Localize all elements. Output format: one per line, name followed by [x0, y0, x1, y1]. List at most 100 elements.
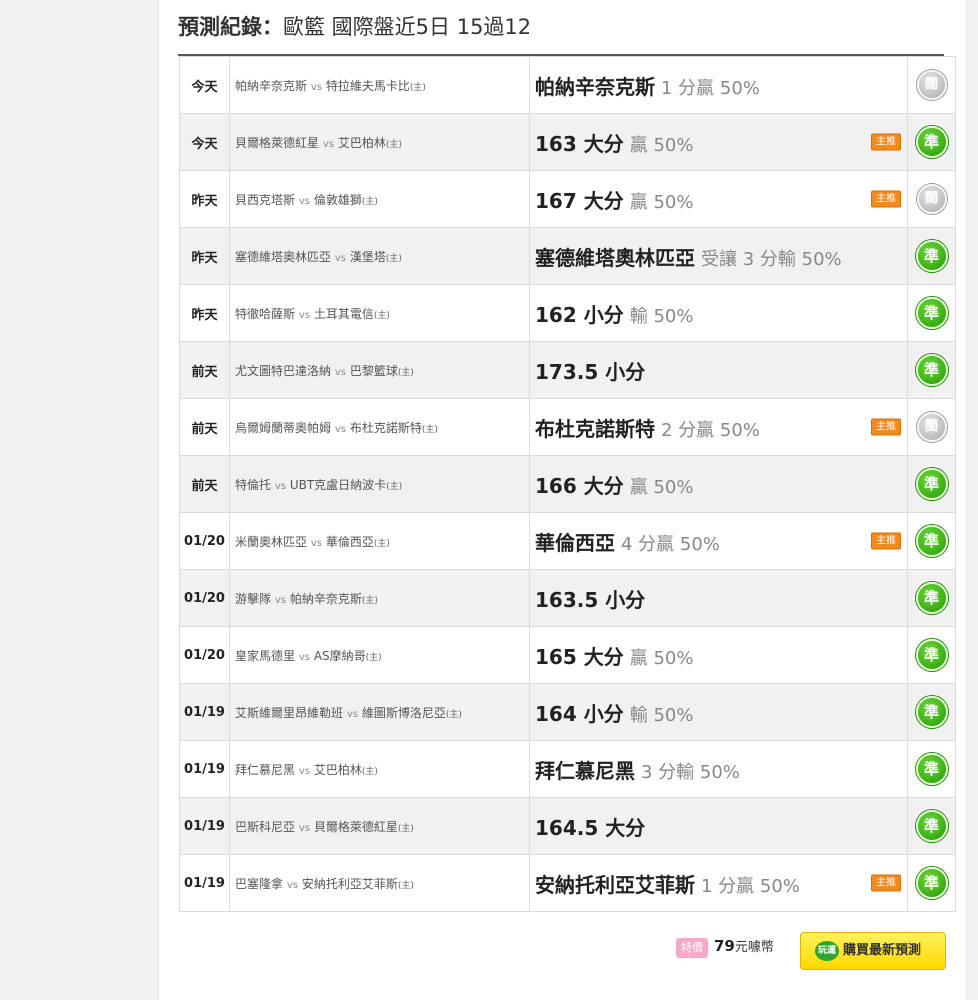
main-pick-badge: 主推 — [871, 532, 901, 550]
pick-value: 162 小分 — [535, 302, 624, 327]
table-row[interactable]: 01/19 艾斯維爾里昂維勒班 vs 維圖斯博洛尼亞(主) 164 小分輸 50% 準 — [179, 683, 956, 741]
record-match[interactable]: 巴斯科尼亞 vs 貝爾格萊德紅星(主) — [229, 797, 530, 855]
record-match[interactable]: 尤文圖特巴達洛納 vs 巴黎籃球(主) — [229, 341, 530, 399]
table-row[interactable]: 01/20 皇家馬德里 vs AS摩納哥(主) 165 大分贏 50% 準 — [179, 626, 956, 684]
home-team: 特拉維夫馬卡比 — [325, 78, 410, 93]
record-pick: 163.5 小分 — [529, 569, 908, 627]
pick-detail: 贏 50% — [629, 134, 694, 156]
record-pick: 164 小分輸 50% — [529, 683, 908, 741]
away-team: 烏爾姆蘭蒂奧帕姆 — [235, 420, 332, 435]
pick-detail: 輸 50% — [629, 704, 694, 726]
table-row[interactable]: 01/19 巴塞隆拿 vs 安納托利亞艾菲斯(主) 安納托利亞艾菲斯 1 分贏 50%… — [179, 854, 956, 912]
price-value: 79 — [714, 937, 735, 955]
result-win-icon: 準 — [915, 297, 948, 329]
away-team: 皇家馬德里 — [235, 648, 296, 663]
record-pick: 塞德維塔奧林匹亞 受讓 3 分輸 50% — [529, 227, 908, 285]
special-price-badge: 特價 — [676, 938, 708, 958]
record-pick: 173.5 小分 — [529, 341, 908, 399]
table-row[interactable]: 01/20 游擊隊 vs 帕納辛奈克斯(主) 163.5 小分準 — [179, 569, 956, 627]
record-date: 昨天 — [179, 284, 230, 342]
home-team: 倫敦雄獅 — [313, 192, 362, 207]
vs-label: vs — [274, 480, 286, 492]
record-match[interactable]: 特倫托 vs UBT克盧日納波卡(主) — [229, 455, 530, 513]
pick-detail: 贏 50% — [629, 191, 694, 213]
record-result: 準 — [907, 113, 956, 171]
record-result: 準 — [907, 683, 956, 741]
table-row[interactable]: 昨天 貝西克塔斯 vs 倫敦雄獅(主) 167 大分贏 50% 主推闊 — [179, 170, 956, 228]
record-match[interactable]: 貝西克塔斯 vs 倫敦雄獅(主) — [229, 170, 530, 228]
record-result: 準 — [907, 569, 956, 627]
record-match[interactable]: 皇家馬德里 vs AS摩納哥(主) — [229, 626, 530, 684]
result-win-icon: 準 — [915, 753, 948, 785]
record-match[interactable]: 米蘭奧林匹亞 vs 華倫西亞(主) — [229, 512, 530, 570]
record-match[interactable]: 拜仁慕尼黑 vs 艾巴柏林(主) — [229, 740, 530, 798]
result-win-icon: 準 — [915, 354, 948, 386]
record-match[interactable]: 帕納辛奈克斯 vs 特拉維夫馬卡比(主) — [229, 56, 530, 114]
record-result: 準 — [907, 512, 956, 570]
pick-value: 塞德維塔奧林匹亞 — [535, 245, 695, 270]
record-result: 準 — [907, 626, 956, 684]
pick-value: 163.5 小分 — [535, 587, 646, 612]
record-result: 準 — [907, 284, 956, 342]
away-team: 巴斯科尼亞 — [235, 819, 296, 834]
table-row[interactable]: 昨天 塞德維塔奧林匹亞 vs 漢堡塔(主) 塞德維塔奧林匹亞 受讓 3 分輸 50% 準 — [179, 227, 956, 285]
buy-latest-prediction-button[interactable]: 玩運 購買最新預測 — [800, 932, 946, 970]
away-team: 米蘭奧林匹亞 — [235, 534, 308, 549]
away-team: 特倫托 — [235, 477, 272, 492]
table-row[interactable]: 前天 特倫托 vs UBT克盧日納波卡(主) 166 大分贏 50% 準 — [179, 455, 956, 513]
record-match[interactable]: 塞德維塔奧林匹亞 vs 漢堡塔(主) — [229, 227, 530, 285]
record-match[interactable]: 烏爾姆蘭蒂奧帕姆 vs 布杜克諾斯特(主) — [229, 398, 530, 456]
home-team: 帕納辛奈克斯 — [289, 591, 362, 606]
record-date: 01/19 — [179, 683, 230, 741]
result-push-icon: 闊 — [916, 70, 947, 100]
record-date: 前天 — [179, 455, 230, 513]
table-row[interactable]: 前天 尤文圖特巴達洛納 vs 巴黎籃球(主) 173.5 小分準 — [179, 341, 956, 399]
away-team: 塞德維塔奧林匹亞 — [235, 249, 332, 264]
vs-label: vs — [334, 423, 346, 435]
record-date: 01/19 — [179, 740, 230, 798]
table-row[interactable]: 今天 貝爾格萊德紅星 vs 艾巴柏林(主) 163 大分贏 50% 主推準 — [179, 113, 956, 171]
pick-value: 164.5 大分 — [535, 815, 646, 840]
record-match[interactable]: 游擊隊 vs 帕納辛奈克斯(主) — [229, 569, 530, 627]
table-row[interactable]: 前天 烏爾姆蘭蒂奧帕姆 vs 布杜克諾斯特(主) 布杜克諾斯特 2 分贏 50% 主推闊 — [179, 398, 956, 456]
home-team: 艾巴柏林 — [313, 762, 362, 777]
record-match[interactable]: 特徹哈薩斯 vs 土耳其電信(主) — [229, 284, 530, 342]
away-team: 帕納辛奈克斯 — [235, 78, 308, 93]
pick-detail: 贏 50% — [629, 647, 694, 669]
page-title: 預測紀錄：歐籃 國際盤近5日 15過12 — [178, 10, 944, 44]
home-marker: (主) — [385, 253, 402, 264]
home-marker: (主) — [397, 367, 414, 378]
main-pick-badge: 主推 — [871, 418, 901, 436]
record-pick: 布杜克諾斯特 2 分贏 50% 主推 — [529, 398, 908, 456]
pick-detail: 輸 50% — [629, 305, 694, 327]
table-row[interactable]: 01/20 米蘭奧林匹亞 vs 華倫西亞(主) 華倫西亞 4 分贏 50% 主推準 — [179, 512, 956, 570]
record-match[interactable]: 巴塞隆拿 vs 安納托利亞艾菲斯(主) — [229, 854, 530, 912]
pick-value: 173.5 小分 — [535, 359, 646, 384]
vs-label: vs — [274, 594, 286, 606]
record-result: 準 — [907, 341, 956, 399]
table-row[interactable]: 01/19 巴斯科尼亞 vs 貝爾格萊德紅星(主) 164.5 大分準 — [179, 797, 956, 855]
table-row[interactable]: 昨天 特徹哈薩斯 vs 土耳其電信(主) 162 小分輸 50% 準 — [179, 284, 956, 342]
pick-detail: 1 分贏 50% — [701, 875, 800, 897]
record-match[interactable]: 艾斯維爾里昂維勒班 vs 維圖斯博洛尼亞(主) — [229, 683, 530, 741]
pick-value: 163 大分 — [535, 131, 624, 156]
brand-logo-icon: 玩運 — [815, 941, 839, 961]
price-display: 79元噱幣 — [714, 936, 774, 955]
pick-detail: 4 分贏 50% — [621, 533, 720, 555]
record-date: 今天 — [179, 56, 230, 114]
home-marker: (主) — [385, 139, 402, 150]
result-win-icon: 準 — [915, 867, 948, 899]
result-push-icon: 闊 — [916, 184, 947, 214]
table-row[interactable]: 今天 帕納辛奈克斯 vs 特拉維夫馬卡比(主) 帕納辛奈克斯 1 分贏 50% 闊 — [179, 56, 956, 114]
record-date: 昨天 — [179, 227, 230, 285]
pick-value: 布杜克諾斯特 — [535, 416, 655, 441]
record-match[interactable]: 貝爾格萊德紅星 vs 艾巴柏林(主) — [229, 113, 530, 171]
home-team: 布杜克諾斯特 — [349, 420, 422, 435]
prediction-records-table: 今天 帕納辛奈克斯 vs 特拉維夫馬卡比(主) 帕納辛奈克斯 1 分贏 50% 闊今天貝… — [179, 56, 956, 912]
record-date: 今天 — [179, 113, 230, 171]
home-team: 漢堡塔 — [349, 249, 386, 264]
home-team: AS摩納哥 — [313, 648, 366, 663]
pick-detail: 1 分贏 50% — [661, 77, 760, 99]
result-win-icon: 準 — [915, 582, 948, 614]
table-row[interactable]: 01/19 拜仁慕尼黑 vs 艾巴柏林(主) 拜仁慕尼黑 3 分輸 50% 準 — [179, 740, 956, 798]
